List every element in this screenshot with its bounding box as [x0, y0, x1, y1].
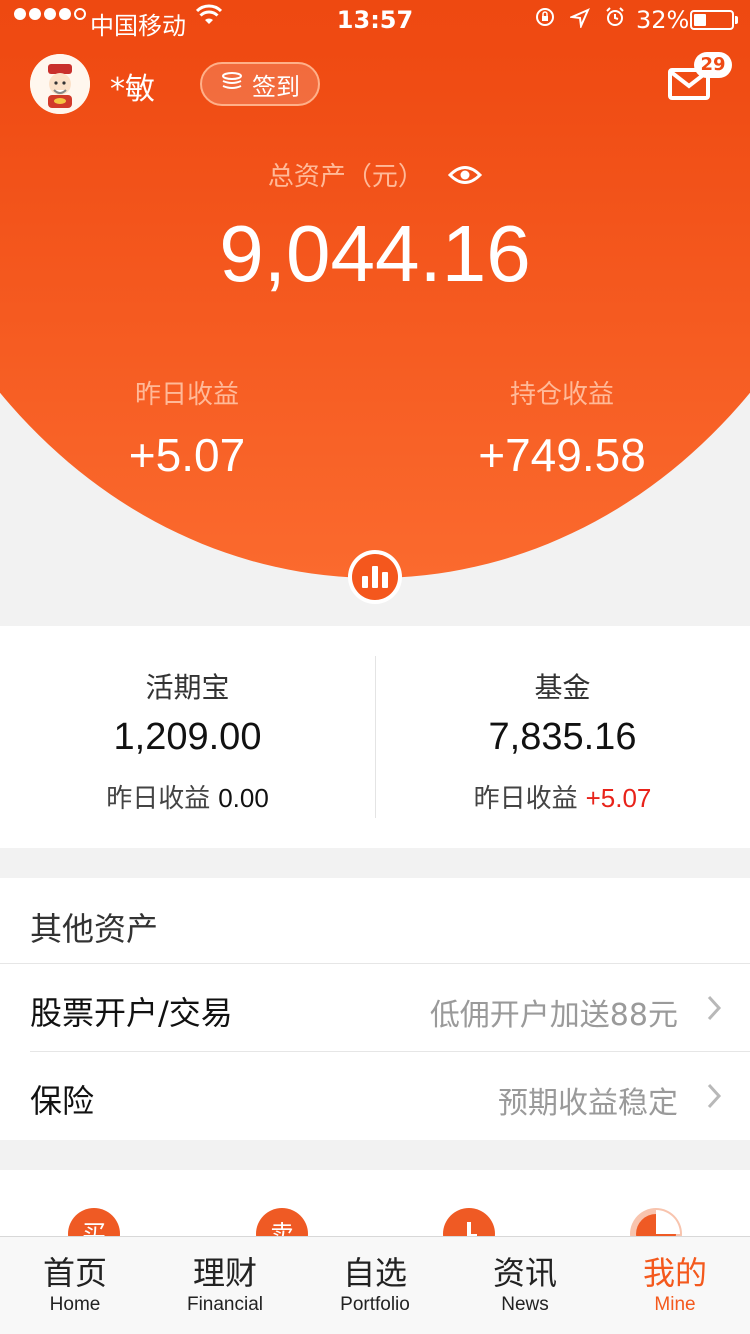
tab-home[interactable]: 首页 Home [0, 1237, 150, 1334]
holding-earnings-value: +749.58 [478, 429, 646, 481]
location-icon [568, 6, 590, 34]
assets-card: 活期宝 1,209.00 昨日收益 0.00 基金 7,835.16 昨日收益 +5… [0, 626, 750, 848]
row-hint: 预期收益稳定 [498, 1086, 678, 1121]
asset-yesterday: 昨日收益 0.00 [0, 778, 375, 815]
battery-percent: 32% [636, 6, 690, 34]
tab-label: 首页 [42, 1254, 107, 1292]
asset-name: 基金 [534, 671, 591, 704]
checkin-label: 签到 [252, 72, 300, 101]
other-assets-title: 其他资产 [30, 910, 159, 948]
total-assets-label: 总资产（元） [0, 156, 750, 193]
asset-yesterday-value: +5.07 [585, 783, 652, 813]
asset-name: 活期宝 [145, 671, 230, 704]
tab-portfolio[interactable]: 自选 Portfolio [300, 1237, 450, 1334]
tab-label: 资讯 [492, 1254, 557, 1292]
mail-badge: 29 [694, 52, 732, 78]
holding-earnings-label: 持仓收益 [509, 380, 614, 410]
tab-sublabel: Portfolio [340, 1294, 410, 1315]
avatar[interactable] [30, 54, 90, 114]
row-hint: 低佣开户加送88元 [429, 998, 678, 1033]
tab-label: 理财 [192, 1254, 257, 1292]
asset-yesterday-label: 昨日收益 [106, 784, 211, 814]
tab-sublabel: Mine [654, 1294, 696, 1315]
row-label: 保险 [30, 1082, 95, 1120]
chevron-right-icon [706, 1082, 722, 1114]
bar-chart-icon [352, 554, 398, 600]
status-bar: 中国移动 13:57 32% [0, 0, 750, 40]
tab-sublabel: Financial [186, 1294, 264, 1315]
row-stock-account[interactable]: 股票开户/交易 低佣开户加送88元 [0, 964, 750, 1052]
battery-icon [690, 10, 738, 30]
tab-news[interactable]: 资讯 News [450, 1237, 600, 1334]
tab-sublabel: News [501, 1294, 549, 1315]
asset-amount: 7,835.16 [488, 716, 637, 758]
other-assets-card: 其他资产 股票开户/交易 低佣开户加送88元 保险 预期收益稳定 [0, 878, 750, 1140]
total-assets-label-text: 总资产（元） [267, 162, 424, 192]
hero-section: 中国移动 13:57 32% *敏 签到 29 总资产（元） 9,044.16 … [0, 0, 750, 578]
asset-yesterday-label: 昨日收益 [473, 784, 578, 814]
tab-label: 我的 [642, 1254, 707, 1292]
username: *敏 [110, 72, 155, 107]
chevron-right-icon [706, 994, 722, 1026]
asset-yesterday-value: 0.00 [218, 783, 269, 813]
tab-financial[interactable]: 理财 Financial [150, 1237, 300, 1334]
coins-icon [220, 70, 244, 98]
row-insurance[interactable]: 保险 预期收益稳定 [0, 1052, 750, 1140]
analysis-chart-button[interactable] [348, 550, 402, 604]
alarm-icon [604, 6, 626, 34]
tab-label: 自选 [342, 1254, 407, 1292]
asset-yesterday: 昨日收益 +5.07 [375, 778, 750, 815]
eye-icon[interactable] [448, 163, 483, 193]
row-label: 股票开户/交易 [30, 994, 233, 1032]
yesterday-earnings-label: 昨日收益 [134, 380, 239, 410]
asset-amount: 1,209.00 [113, 716, 262, 758]
tab-bar: 首页 Home 理财 Financial 自选 Portfolio 资讯 New… [0, 1236, 750, 1334]
asset-fund[interactable]: 基金 7,835.16 昨日收益 +5.07 [375, 626, 750, 848]
checkin-button[interactable]: 签到 [200, 62, 320, 106]
tab-mine[interactable]: 我的 Mine [600, 1237, 750, 1334]
tab-sublabel: Home [49, 1294, 101, 1315]
rotation-lock-icon [534, 6, 556, 34]
total-assets-value: 9,044.16 [219, 209, 531, 298]
yesterday-earnings-value: +5.07 [128, 429, 246, 481]
asset-huoqibao[interactable]: 活期宝 1,209.00 昨日收益 0.00 [0, 626, 375, 848]
